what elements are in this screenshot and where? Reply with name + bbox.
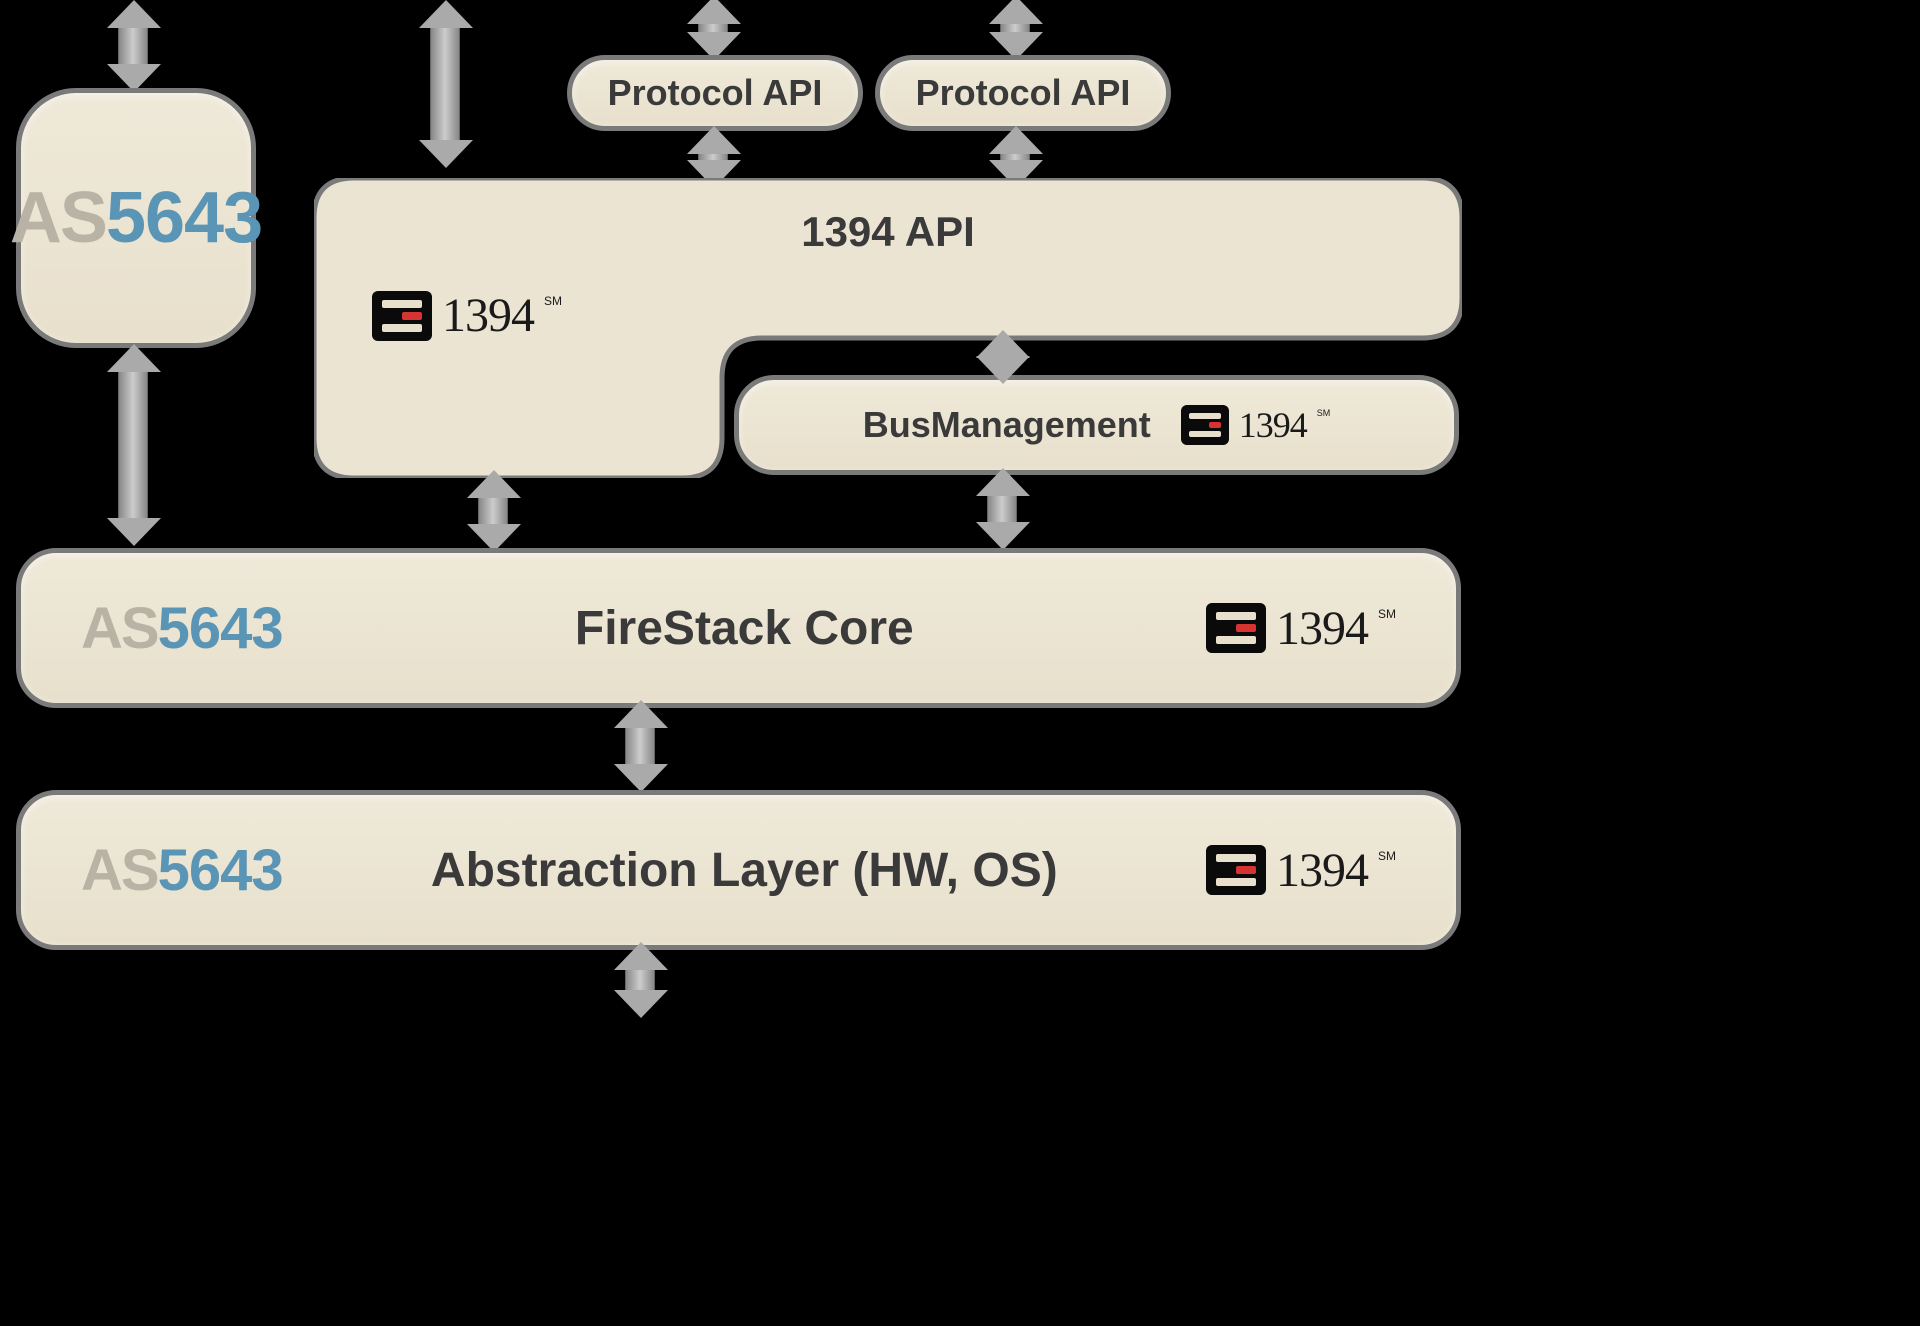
arrow-1394api-to-core: [478, 492, 508, 530]
arrow-abstraction-bottom: [625, 964, 655, 996]
ieee-bars-icon: [1181, 405, 1229, 445]
as5643-logo-abstraction: AS5643: [81, 837, 283, 904]
arrow-protocol1-top: [698, 18, 728, 38]
ieee-bars-icon: [1206, 845, 1266, 895]
as-number: 5643: [106, 177, 262, 259]
abstraction-layer-label: Abstraction Layer (HW, OS): [431, 843, 1058, 898]
bus-management-box: BusManagement 1394 SM: [734, 375, 1459, 475]
ieee-sm: SM: [1378, 607, 1396, 621]
ieee-sm: SM: [1378, 849, 1396, 863]
ieee-sm: SM: [1317, 408, 1331, 418]
abstraction-layer-box: AS5643 Abstraction Layer (HW, OS) 1394 S…: [16, 790, 1461, 950]
protocol-api-1-box: Protocol API: [567, 55, 863, 131]
as5643-logo: AS5643: [10, 177, 262, 259]
arrow-protocol2-top: [1000, 18, 1030, 38]
api-1394-label: 1394 API: [801, 208, 975, 255]
as-number: 5643: [158, 837, 283, 904]
ieee-1394-logo: 1394 SM: [372, 288, 562, 343]
ieee-sm: SM: [544, 294, 562, 308]
ieee-1394-logo-core: 1394 SM: [1206, 601, 1396, 656]
protocol-api-2-label: Protocol API: [916, 72, 1131, 114]
as5643-logo-core: AS5643: [81, 595, 283, 662]
as-number: 5643: [158, 595, 283, 662]
ieee-num: 1394: [1239, 404, 1307, 446]
as5643-standalone-box: AS5643: [16, 88, 256, 348]
bus-management-label: BusManagement: [863, 404, 1151, 446]
arrow-as5643-to-core: [118, 366, 148, 524]
ieee-1394-logo-abstraction: 1394 SM: [1206, 843, 1396, 898]
firestack-core-label: FireStack Core: [575, 601, 914, 656]
arrow-as5643-top: [118, 22, 148, 70]
as-prefix: AS: [81, 595, 158, 662]
arrow-1394api-top: [430, 22, 460, 146]
protocol-api-1-label: Protocol API: [608, 72, 823, 114]
arrow-protocol2-bottom: [1000, 148, 1030, 166]
ieee-num: 1394: [442, 288, 534, 343]
ieee-bars-icon: [1206, 603, 1266, 653]
ieee-num: 1394: [1276, 601, 1368, 656]
as-prefix: AS: [81, 837, 158, 904]
ieee-bars-icon: [372, 291, 432, 341]
ieee-1394-logo-bus: 1394 SM: [1181, 404, 1331, 446]
arrow-protocol1-bottom: [698, 148, 728, 166]
arrow-1394api-to-bus: [987, 352, 1017, 362]
protocol-api-2-box: Protocol API: [875, 55, 1171, 131]
arrow-core-to-abstraction: [625, 722, 655, 770]
ieee-num: 1394: [1276, 843, 1368, 898]
firestack-core-box: AS5643 FireStack Core 1394 SM: [16, 548, 1461, 708]
as-prefix: AS: [10, 177, 106, 259]
arrow-bus-to-core: [987, 490, 1017, 528]
